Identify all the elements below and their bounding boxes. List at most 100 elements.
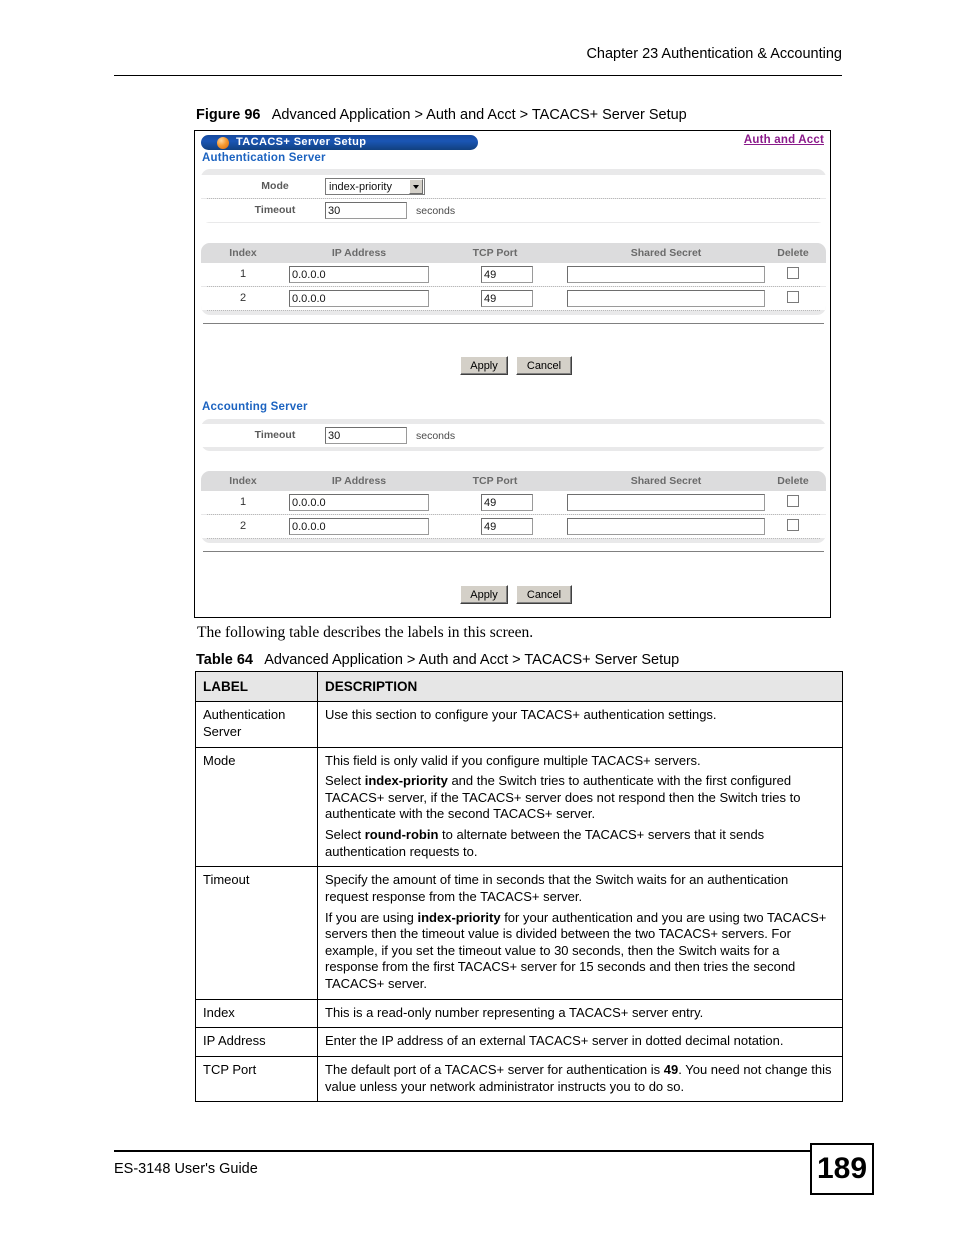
auth-row1-ip-input[interactable] xyxy=(289,266,429,283)
table-row: Index This is a read-only number represe… xyxy=(195,998,843,1029)
table-row: 1 xyxy=(201,263,826,286)
auth-row1-delete-checkbox[interactable] xyxy=(787,267,799,279)
table-title: Advanced Application > Auth and Acct > T… xyxy=(264,652,680,668)
auth-timeout-field-row: Timeout seconds xyxy=(201,199,826,222)
table-row: 1 xyxy=(201,491,826,514)
acct-th-index: Index xyxy=(229,475,257,487)
acct-row2-delete-checkbox[interactable] xyxy=(787,519,799,531)
mode-select[interactable]: index-priority xyxy=(325,178,425,195)
desc-para: Specify the amount of time in seconds th… xyxy=(325,872,789,904)
acct-timeout-label: Timeout xyxy=(254,429,296,441)
table-row: 2 xyxy=(201,515,826,538)
mode-select-value: index-priority xyxy=(329,180,392,193)
screen-title-bar: TACACS+ Server Setup xyxy=(201,135,478,150)
acct-table-header: Index IP Address TCP Port Shared Secret … xyxy=(201,471,826,491)
accounting-server-heading: Accounting Server xyxy=(202,401,308,413)
acct-th-ip: IP Address xyxy=(331,475,387,487)
label-description-table: LABEL DESCRIPTION Authentication Server … xyxy=(195,670,843,1103)
auth-row2-delete-checkbox[interactable] xyxy=(787,291,799,303)
footer-divider xyxy=(114,1150,812,1152)
acct-row1-index: 1 xyxy=(239,496,247,508)
acct-timeout-input[interactable] xyxy=(325,427,407,444)
desc-label-authentication-server: Authentication Server xyxy=(195,701,318,748)
table-row: 2 xyxy=(201,287,826,310)
desc-text-ip-address: Enter the IP address of an external TACA… xyxy=(317,1027,843,1057)
acct-row1-ip-input[interactable] xyxy=(289,494,429,511)
auth-apply-button[interactable]: Apply xyxy=(460,356,508,375)
acct-apply-button[interactable]: Apply xyxy=(460,585,508,604)
desc-para: This is a read-only number representing … xyxy=(325,1004,704,1020)
auth-cancel-button[interactable]: Cancel xyxy=(516,356,572,375)
desc-text-mode: This field is only valid if you configur… xyxy=(317,746,843,868)
auth-server-table: Index IP Address TCP Port Shared Secret … xyxy=(201,243,826,315)
acct-row1-secret-input[interactable] xyxy=(567,494,765,511)
acct-th-delete: Delete xyxy=(777,475,809,487)
mode-field-row: Mode index-priority xyxy=(201,175,826,198)
desc-para: Enter the IP address of an external TACA… xyxy=(325,1033,784,1049)
footer-guide-title: ES-3148 User's Guide xyxy=(114,1161,258,1177)
auth-row1-index: 1 xyxy=(239,268,247,280)
desc-para: The default port of a TACACS+ server for… xyxy=(325,1061,832,1094)
desc-text-authentication-server: Use this section to configure your TACAC… xyxy=(317,701,843,748)
acct-th-port: TCP Port xyxy=(472,475,518,487)
embedded-screenshot: TACACS+ Server Setup Auth and Acct Authe… xyxy=(194,130,831,618)
desc-label-timeout: Timeout xyxy=(195,866,318,1000)
acct-timeout-unit: seconds xyxy=(416,430,456,442)
figure-title: Advanced Application > Auth and Acct > T… xyxy=(271,107,687,123)
auth-row1-secret-input[interactable] xyxy=(567,266,765,283)
table-caption: Table 64 Advanced Application > Auth and… xyxy=(196,652,679,668)
auth-th-secret: Shared Secret xyxy=(630,247,702,259)
auth-table-header: Index IP Address TCP Port Shared Secret … xyxy=(201,243,826,263)
auth-row1-port-input[interactable] xyxy=(481,266,533,283)
auth-timeout-unit: seconds xyxy=(416,205,456,217)
acct-cancel-button[interactable]: Cancel xyxy=(516,585,572,604)
auth-table-bottom-divider xyxy=(207,310,820,311)
auth-timeout-label: Timeout xyxy=(254,204,296,216)
chevron-down-icon[interactable] xyxy=(409,179,423,194)
desc-th-description: DESCRIPTION xyxy=(317,670,843,703)
auth-row2-port-input[interactable] xyxy=(481,290,533,307)
desc-para: Select index-priority and the Switch tri… xyxy=(325,773,801,822)
auth-row2-ip-input[interactable] xyxy=(289,290,429,307)
acct-row1-delete-checkbox[interactable] xyxy=(787,495,799,507)
intro-paragraph: The following table describes the labels… xyxy=(197,624,534,641)
desc-para: If you are using index-priority for your… xyxy=(325,909,827,992)
auth-row2-index: 2 xyxy=(239,292,247,304)
acct-fields-panel: Timeout seconds xyxy=(201,419,826,451)
desc-para: Use this section to configure your TACAC… xyxy=(325,707,717,723)
desc-para: Select round-robin to alternate between … xyxy=(325,827,765,859)
acct-row2-port-input[interactable] xyxy=(481,518,533,535)
auth-fields-panel: Mode index-priority Timeout seconds xyxy=(201,169,826,223)
acct-timeout-field-row: Timeout seconds xyxy=(201,424,826,447)
table-row: TCP Port The default port of a TACACS+ s… xyxy=(195,1055,843,1103)
acct-row1-port-input[interactable] xyxy=(481,494,533,511)
auth-th-delete: Delete xyxy=(777,247,809,259)
desc-text-tcp-port: The default port of a TACACS+ server for… xyxy=(317,1055,843,1103)
table-row: Timeout Specify the amount of time in se… xyxy=(195,866,843,1000)
auth-th-port: TCP Port xyxy=(472,247,518,259)
desc-label-ip-address: IP Address xyxy=(195,1027,318,1057)
acct-row2-ip-input[interactable] xyxy=(289,518,429,535)
page-number-badge: 189 xyxy=(810,1143,874,1195)
table-row: IP Address Enter the IP address of an ex… xyxy=(195,1027,843,1057)
table-label: Table 64 xyxy=(196,652,253,668)
desc-para: This field is only valid if you configur… xyxy=(325,752,701,768)
desc-text-timeout: Specify the amount of time in seconds th… xyxy=(317,866,843,1000)
desc-label-mode: Mode xyxy=(195,746,318,868)
figure-label: Figure 96 xyxy=(196,107,261,123)
auth-section-rule xyxy=(203,323,824,324)
acct-th-secret: Shared Secret xyxy=(630,475,702,487)
screen-title-text: TACACS+ Server Setup xyxy=(236,136,367,148)
desc-text-index: This is a read-only number representing … xyxy=(317,998,843,1029)
auth-and-acct-link[interactable]: Auth and Acct xyxy=(744,134,824,146)
page-header-chapter: Chapter 23 Authentication & Accounting xyxy=(586,46,842,62)
auth-row2-secret-input[interactable] xyxy=(567,290,765,307)
auth-timeout-input[interactable] xyxy=(325,202,407,219)
desc-label-tcp-port: TCP Port xyxy=(195,1055,318,1103)
acct-server-table: Index IP Address TCP Port Shared Secret … xyxy=(201,471,826,543)
acct-row2-secret-input[interactable] xyxy=(567,518,765,535)
desc-table-header-row: LABEL DESCRIPTION xyxy=(195,670,843,703)
figure-caption: Figure 96 Advanced Application > Auth an… xyxy=(196,107,687,123)
acct-row2-index: 2 xyxy=(239,520,247,532)
orb-icon xyxy=(217,136,229,149)
